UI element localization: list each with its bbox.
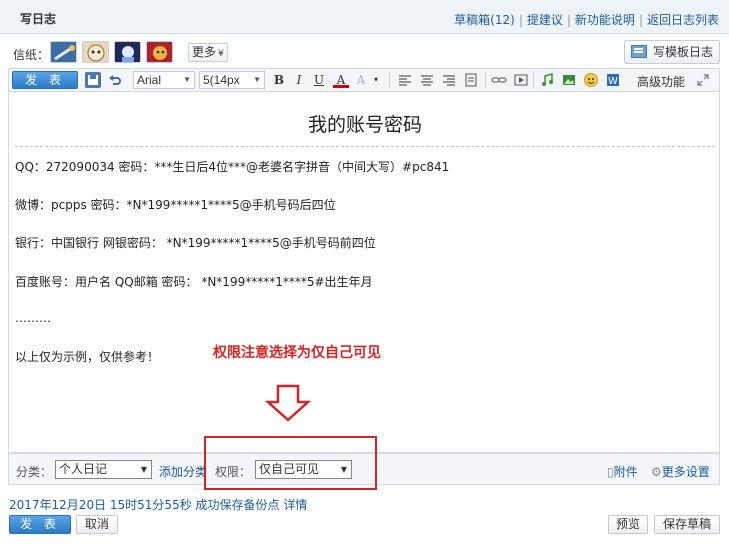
category-value: 个人日记 [59, 462, 108, 476]
stationery-thumb-4[interactable] [146, 41, 173, 63]
emoji-icon[interactable] [583, 72, 599, 88]
title-divider [15, 146, 715, 147]
paperclip-icon: ▯ [607, 465, 614, 479]
content-line-ellipsis: ……… [15, 311, 51, 325]
list-icon[interactable] [463, 72, 479, 88]
font-family-value: Arial [137, 73, 162, 87]
underline-icon[interactable]: U [311, 72, 327, 88]
font-color-icon[interactable]: A [333, 72, 349, 88]
content-line-weibo: 微博：pcpps 密码：*N*199*****1****5@手机号码后四位 [15, 198, 336, 212]
music-icon[interactable] [539, 72, 555, 88]
stationery-thumb-1[interactable] [50, 41, 77, 63]
highlight-icon[interactable]: A [353, 72, 369, 88]
content-line-qq: QQ：272090034 密码：***生日后4位***@老婆名字拼音（中间大写）… [15, 160, 450, 174]
video-icon[interactable] [513, 72, 529, 88]
back-to-list-link[interactable]: 返回日志列表 [647, 13, 719, 27]
font-size-select[interactable]: 5(14px ▼ [199, 71, 265, 89]
category-select[interactable]: 个人日记 ▼ [55, 460, 152, 479]
advanced-features-link[interactable]: 高级功能 [637, 73, 685, 90]
content-line-note: 以上仅为示例，仅供参考！ [15, 350, 160, 364]
stationery-thumb-3[interactable] [114, 41, 141, 63]
autosave-status: 2017年12月20日 15时51分55秒 成功保存备份点 详情 [9, 498, 308, 512]
template-diary-button[interactable]: 写模板日志 [624, 40, 720, 64]
bold-icon[interactable]: B [271, 72, 287, 88]
link-icon[interactable] [491, 72, 507, 88]
image-icon[interactable] [561, 72, 577, 88]
page-title: 写日志 [20, 12, 57, 26]
category-label: 分类： [16, 465, 53, 479]
stationery-label: 信纸： [13, 48, 50, 62]
save-icon[interactable] [85, 72, 101, 88]
more-stationery-button[interactable]: 更多 ¥ [188, 43, 228, 62]
more-settings-link[interactable]: ⚙更多设置 [651, 463, 710, 480]
down-arrow-icon [265, 384, 311, 422]
stationery-thumb-2[interactable] [82, 41, 109, 63]
content-line-bank: 银行：中国银行 网银密码： *N*199*****1****5@手机号码前四位 [15, 236, 376, 250]
page-header: 写日志 草稿箱(12) | 提建议 | 新功能说明 | 返回日志列表 [0, 0, 729, 34]
chevron-down-icon: ▼ [140, 465, 147, 474]
chevron-down-icon[interactable]: ▾ [368, 72, 384, 88]
new-features-link[interactable]: 新功能说明 [575, 13, 635, 27]
expand-icon[interactable] [695, 72, 711, 88]
save-draft-button[interactable]: 保存草稿 [654, 515, 720, 534]
document-title[interactable]: 我的账号密码 [9, 110, 721, 137]
svg-text:W: W [608, 76, 618, 87]
header-links: 草稿箱(12) | 提建议 | 新功能说明 | 返回日志列表 [454, 13, 719, 27]
insert-doc-icon[interactable]: W [605, 72, 621, 88]
more-settings-label: 更多设置 [661, 465, 710, 479]
feedback-link[interactable]: 提建议 [527, 13, 563, 27]
align-center-icon[interactable] [419, 72, 435, 88]
undo-icon[interactable] [107, 72, 123, 88]
publish-button[interactable]: 发 表 [9, 515, 71, 534]
toolbar-publish-button[interactable]: 发 表 [12, 71, 78, 89]
gear-icon: ⚙ [651, 465, 662, 479]
drafts-link[interactable]: 草稿箱(12) [454, 13, 515, 27]
annotation-text: 权限注意选择为仅自己可见 [213, 345, 381, 361]
template-icon [631, 45, 647, 58]
add-category-link[interactable]: 添加分类 [159, 463, 207, 480]
font-family-select[interactable]: Arial ▼ [133, 71, 195, 89]
italic-icon[interactable]: I [291, 72, 307, 88]
more-stationery-label: 更多 [192, 45, 217, 59]
attachment-label: 附件 [613, 465, 638, 479]
chevron-down-icon: ¥ [218, 49, 224, 59]
chevron-down-icon: ▼ [253, 75, 261, 84]
align-left-icon[interactable] [397, 72, 413, 88]
cancel-button[interactable]: 取消 [76, 515, 118, 534]
attachment-link[interactable]: ▯附件 [607, 463, 638, 480]
stationery-row: 信纸： 更多 ¥ 写模板日志 [8, 40, 720, 66]
editor-area[interactable]: 我的账号密码 QQ：272090034 密码：***生日后4位***@老婆名字拼… [8, 92, 720, 453]
preview-button[interactable]: 预览 [608, 515, 648, 534]
content-line-baidu: 百度账号：用户名 QQ邮箱 密码： *N*199*****1****5#出生年月 [15, 275, 373, 289]
chevron-down-icon: ▼ [183, 75, 191, 84]
editor-toolbar: 发 表 Arial ▼ 5(14px ▼ B I U A A ▾ W 高级功能 [8, 68, 720, 92]
font-size-value: 5(14px [203, 73, 240, 87]
permission-highlight-box [204, 436, 377, 490]
template-diary-label: 写模板日志 [653, 45, 714, 59]
align-right-icon[interactable] [441, 72, 457, 88]
